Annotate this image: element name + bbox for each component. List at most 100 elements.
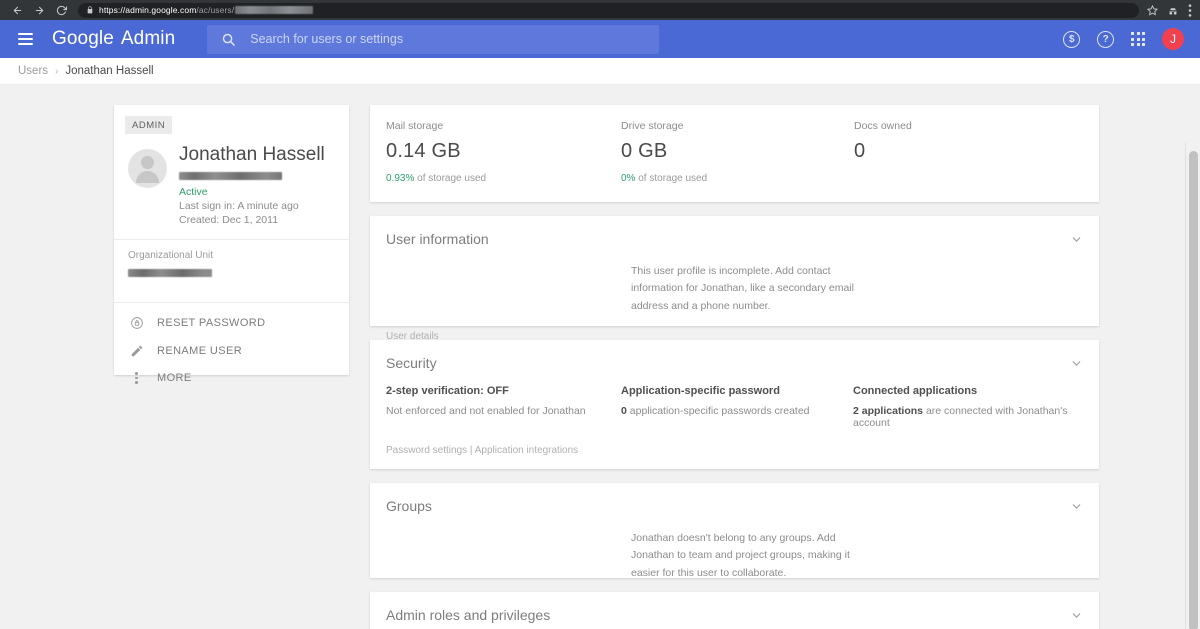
more-label: MORE	[157, 372, 192, 384]
card-header: User information	[386, 216, 1083, 247]
stat-label: Mail storage	[386, 120, 621, 132]
detail-column: Mail storage 0.14 GB 0.93% of storage us…	[370, 105, 1099, 629]
storage-card: Mail storage 0.14 GB 0.93% of storage us…	[370, 105, 1099, 202]
ou-value-redacted	[128, 269, 212, 277]
card-title: User information	[386, 231, 489, 247]
search-icon	[221, 32, 236, 47]
user-identity: Jonathan Hassell Active Last sign in: A …	[114, 134, 349, 226]
brand-product: Admin	[121, 28, 175, 50]
column-sub: 0 application-specific passwords created	[621, 405, 853, 417]
breadcrumb: Users › Jonathan Hassell	[0, 58, 1200, 85]
address-bar[interactable]: https://admin.google.com/ac/users/	[78, 3, 1139, 18]
card-title: Groups	[386, 498, 432, 514]
user-name: Jonathan Hassell	[179, 144, 325, 166]
status-badge: Active	[179, 186, 325, 198]
url-text: https://admin.google.com/ac/users/	[99, 5, 313, 15]
groups-card: Groups Jonathan doesn't belong to any gr…	[370, 483, 1099, 578]
lock-reset-icon	[128, 316, 145, 330]
user-summary-card: ADMIN Jonathan Hassell Active Last sign …	[114, 105, 349, 375]
card-header: Groups	[386, 483, 1083, 514]
three-dots-menu-icon[interactable]	[1188, 4, 1192, 17]
card-footer: Password settings | Application integrat…	[386, 429, 1083, 469]
back-button[interactable]	[6, 0, 28, 20]
chevron-down-icon[interactable]	[1070, 357, 1083, 370]
lock-icon	[86, 6, 94, 14]
admin-roles-columns: Roles Super Admin Privileges 53 Admin co…	[386, 623, 1083, 629]
url-redacted-segment	[235, 6, 313, 14]
url-path: /ac/users/	[196, 5, 234, 15]
scrollbar-thumb[interactable]	[1189, 151, 1198, 629]
url-domain: https://admin.google.com	[99, 5, 196, 15]
breadcrumb-current: Jonathan Hassell	[65, 65, 153, 77]
user-information-text: This user profile is incomplete. Add con…	[631, 263, 867, 315]
security-card: Security 2-step verification: OFF Not en…	[370, 340, 1099, 469]
stat-value: 0.14 GB	[386, 140, 621, 163]
user-actions: RESET PASSWORD RENAME USER MORE	[114, 303, 349, 391]
breadcrumb-parent[interactable]: Users	[18, 65, 48, 77]
password-settings-link[interactable]: Password settings	[386, 445, 467, 456]
browser-actions	[1147, 4, 1194, 17]
ou-label: Organizational Unit	[128, 250, 335, 261]
chevron-down-icon[interactable]	[1070, 609, 1083, 622]
card-title: Admin roles and privileges	[386, 607, 550, 623]
help-icon[interactable]: ?	[1097, 31, 1114, 48]
stat-mail-storage: Mail storage 0.14 GB 0.93% of storage us…	[386, 120, 621, 184]
column-sub-rest: application-specific passwords created	[627, 405, 810, 417]
stat-sub-rest: of storage used	[414, 173, 486, 184]
page-content: ADMIN Jonathan Hassell Active Last sign …	[0, 85, 1200, 629]
reload-button[interactable]	[50, 0, 72, 20]
groups-text: Jonathan doesn't belong to any groups. A…	[631, 530, 867, 582]
column-head: 2-step verification: OFF	[386, 385, 621, 397]
stat-value: 0	[854, 140, 1083, 163]
header-actions: $ ? J	[1063, 28, 1186, 50]
browser-toolbar: https://admin.google.com/ac/users/	[0, 0, 1200, 20]
search-input[interactable]	[250, 32, 645, 46]
reset-password-label: RESET PASSWORD	[157, 317, 266, 329]
star-icon[interactable]	[1147, 5, 1158, 16]
column-head: Application-specific password	[621, 385, 853, 397]
application-integrations-link[interactable]: Application integrations	[475, 445, 578, 456]
organizational-unit: Organizational Unit	[114, 240, 349, 289]
stat-sub-rest: of storage used	[635, 173, 707, 184]
stat-sub: 0.93% of storage used	[386, 173, 621, 184]
column-sub-strong: 2 applications	[853, 405, 923, 417]
chevron-down-icon[interactable]	[1070, 233, 1083, 246]
admin-badge: ADMIN	[125, 116, 172, 134]
two-step-verification: 2-step verification: OFF Not enforced an…	[386, 385, 621, 429]
column-sub: Not enforced and not enabled for Jonatha…	[386, 405, 621, 417]
admin-roles-card: Admin roles and privileges Roles Super A…	[370, 592, 1099, 629]
billing-icon[interactable]: $	[1063, 31, 1080, 48]
user-email-redacted	[179, 172, 282, 180]
brand-logo[interactable]: Google Admin	[52, 28, 175, 50]
card-body: Jonathan doesn't belong to any groups. A…	[386, 514, 1083, 604]
breadcrumb-separator-icon: ›	[55, 66, 58, 77]
card-title: Security	[386, 355, 437, 371]
stat-label: Docs owned	[854, 120, 1083, 132]
more-button[interactable]: MORE	[114, 365, 349, 391]
rename-user-button[interactable]: RENAME USER	[114, 337, 349, 365]
rename-user-label: RENAME USER	[157, 345, 242, 357]
footer-separator: |	[467, 445, 475, 456]
security-columns: 2-step verification: OFF Not enforced an…	[386, 371, 1083, 429]
stat-drive-storage: Drive storage 0 GB 0% of storage used	[621, 120, 854, 184]
user-avatar-icon	[128, 149, 167, 188]
search-box[interactable]	[207, 25, 659, 54]
reset-password-button[interactable]: RESET PASSWORD	[114, 309, 349, 337]
brand-google: Google	[52, 28, 114, 50]
stat-docs-owned: Docs owned 0	[854, 120, 1083, 184]
more-vertical-icon	[128, 372, 145, 384]
connected-applications: Connected applications 2 applications ar…	[853, 385, 1083, 429]
pencil-icon	[128, 344, 145, 358]
incognito-icon[interactable]	[1167, 5, 1179, 16]
forward-button[interactable]	[28, 0, 50, 20]
avatar[interactable]: J	[1162, 28, 1184, 50]
stat-value: 0 GB	[621, 140, 854, 163]
chevron-down-icon[interactable]	[1070, 500, 1083, 513]
card-header: Security	[386, 340, 1083, 371]
created-date: Created: Dec 1, 2011	[179, 214, 325, 226]
last-sign-in: Last sign in: A minute ago	[179, 200, 325, 212]
hamburger-menu-icon[interactable]	[14, 33, 40, 45]
apps-grid-icon[interactable]	[1131, 32, 1145, 46]
stat-label: Drive storage	[621, 120, 854, 132]
page-scrollbar[interactable]	[1185, 143, 1200, 629]
